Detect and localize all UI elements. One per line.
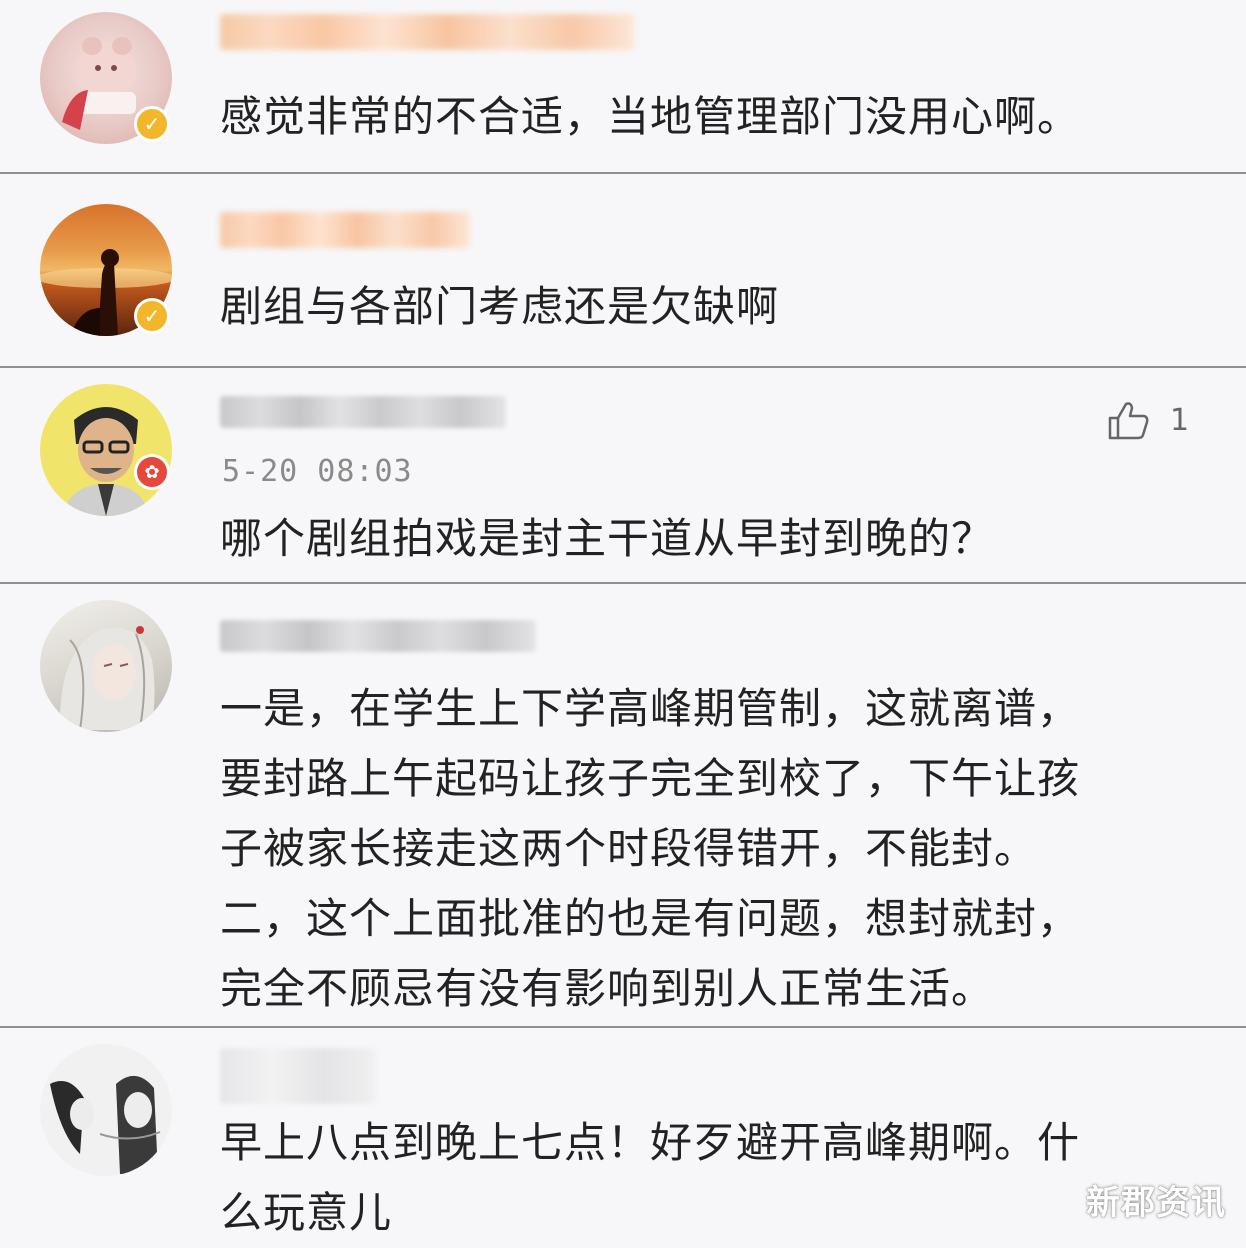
comment-time: 5-20 08:03 [222,454,413,489]
comment-item: ✓ 感觉非常的不合适，当地管理部门没用心啊。 [0,0,1246,174]
comment-item: ✓ 剧组与各部门考虑还是欠缺啊 [0,174,1246,368]
comment-text-line: 么玩意儿 [220,1188,393,1237]
username-blurred[interactable] [220,1048,376,1104]
user-avatar[interactable] [40,1044,172,1176]
username-blurred[interactable] [220,620,536,652]
like-button[interactable]: 1 [1106,398,1189,442]
verified-badge-icon: ✓ [134,298,170,334]
red-badge-icon: ✿ [134,454,170,490]
comment-text: 感觉非常的不合适，当地管理部门没用心啊。 [220,92,1081,141]
username-blurred[interactable] [220,14,634,50]
comment-text-line: 子被家长接走这两个时段得错开，不能封。 [220,824,1038,873]
username-blurred[interactable] [220,212,470,248]
username-blurred[interactable] [220,396,506,428]
verified-badge-icon: ✓ [134,106,170,142]
comment-text: 剧组与各部门考虑还是欠缺啊 [220,282,780,331]
comment-item: ✿ 5-20 08:03 哪个剧组拍戏是封主干道从早封到晚的？ [0,368,1246,584]
avatar-image [59,626,155,731]
comment-text: 哪个剧组拍戏是封主干道从早封到晚的？ [220,514,995,563]
comment-text-line: 二，这个上面批准的也是有问题，想封就封， [220,894,1081,943]
comment-text-line: 早上八点到晚上七点！好歹避开高峰期啊。什 [220,1118,1081,1167]
comment-text-line: 一是，在学生上下学高峰期管制，这就离谱， [220,684,1081,733]
comment-text-line: 要封路上午起码让孩子完全到校了，下午让孩 [220,754,1081,803]
comment-item: 一是，在学生上下学高峰期管制，这就离谱， 要封路上午起码让孩子完全到校了，下午让… [0,584,1246,1028]
avatar-image [50,1075,161,1174]
user-avatar[interactable] [40,384,172,516]
like-count: 1 [1170,402,1190,438]
comment-text-line: 完全不顾忌有没有影响到别人正常生活。 [220,964,995,1013]
watermark: 新郡资讯 [1086,1183,1226,1223]
comment-item: 早上八点到晚上七点！好歹避开高峰期啊。什 么玩意儿 [0,1028,1246,1248]
avatar-image [62,407,150,516]
thumbs-up-icon [1108,402,1149,440]
user-avatar[interactable] [40,600,172,732]
